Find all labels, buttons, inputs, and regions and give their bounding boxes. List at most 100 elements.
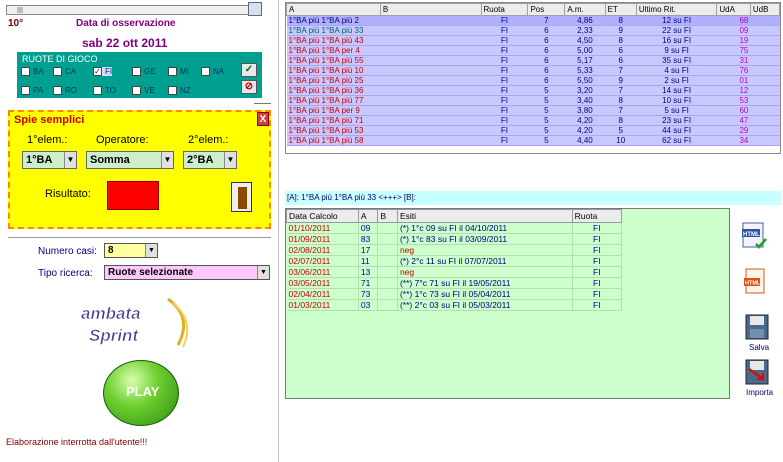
checkbox-box[interactable]: [21, 86, 30, 95]
ruota-checkbox-ro[interactable]: RO: [53, 86, 77, 95]
cell-rit: 35 su FI: [636, 55, 717, 66]
cell-pos: 6: [527, 75, 565, 86]
checkbox-box[interactable]: [201, 67, 210, 76]
operatore-select[interactable]: Somma ▼: [86, 151, 174, 169]
cell-esito: (*) 2°c 11 su FI il 07/07/2011: [397, 255, 573, 267]
cell-pos: 5: [527, 105, 565, 116]
column-header[interactable]: A.m.: [564, 3, 606, 16]
column-header[interactable]: B: [377, 209, 398, 223]
cell-udb: [750, 115, 780, 126]
ruota-checkbox-nz[interactable]: NZ: [168, 86, 191, 95]
checkbox-box[interactable]: ✓: [93, 67, 102, 76]
table-row[interactable]: 1°BA più 1°BA più 55 FI 6 5,17 6 35 su FI 31: [286, 55, 780, 66]
checkbox-box[interactable]: [168, 86, 177, 95]
save-icon[interactable]: [745, 314, 769, 342]
cell-b: [380, 125, 481, 136]
table-row[interactable]: 1°BA più 1°BA più 71 FI 5 4,20 8 23 su FI 47: [286, 115, 780, 126]
table-row[interactable]: 02/04/2011 73 (**) 1°c 73 su FI il 05/04/2…: [286, 288, 623, 300]
numero-casi-value: 8: [108, 245, 114, 256]
elem2-select[interactable]: 2°BA ▼: [183, 151, 237, 169]
numero-casi-select[interactable]: 8 ▼: [104, 243, 158, 258]
column-header[interactable]: Ruota: [480, 3, 529, 16]
select-all-button[interactable]: ✓: [241, 63, 257, 77]
table-row[interactable]: 02/07/2011 11 (*) 2°c 11 su FI il 07/07/20…: [286, 255, 623, 267]
status-message: Elaborazione interrotta dall'utente!!!: [6, 437, 148, 447]
ruota-checkbox-na[interactable]: NA: [201, 67, 224, 76]
table-row[interactable]: 1°BA più 1°BA più 77 FI 5 3,40 8 10 su FI 53: [286, 95, 780, 106]
column-header[interactable]: B: [379, 3, 482, 16]
ruota-checkbox-ca[interactable]: CA: [53, 67, 76, 76]
scroll-thumb[interactable]: [17, 7, 23, 13]
checkbox-box[interactable]: [93, 86, 102, 95]
chevron-down-icon[interactable]: ▼: [145, 244, 157, 257]
table-row[interactable]: 1°BA più 1°BA più 25 FI 6 5,50 9 2 su FI 01: [286, 75, 780, 86]
cell-uda: 53: [716, 95, 751, 106]
table-row[interactable]: 1°BA più 1°BA più 53 FI 5 4,20 5 44 su FI 29: [286, 125, 780, 136]
table-row[interactable]: 1°BA più 1°BA per 4 FI 6 5,00 6 9 su FI 75: [286, 45, 780, 56]
cell-et: 8: [605, 115, 637, 126]
table-row[interactable]: 01/09/2011 83 (*) 1°c 83 su FI il 03/09/20…: [286, 233, 623, 245]
chevron-down-icon[interactable]: ▼: [161, 152, 173, 168]
checkbox-box[interactable]: [53, 86, 62, 95]
column-header[interactable]: Ultimo Rit.: [635, 3, 718, 16]
table-row[interactable]: 03/05/2011 71 (**) 7°c 71 su FI il 19/05/2…: [286, 277, 623, 289]
checkbox-box[interactable]: [168, 67, 177, 76]
column-header[interactable]: Data Calcolo: [286, 209, 359, 223]
column-header[interactable]: Pos: [527, 3, 566, 16]
table-row[interactable]: 02/08/2011 17 neg FI: [286, 244, 623, 256]
html-report-icon[interactable]: HTML: [743, 268, 767, 296]
date-scrollbar[interactable]: [6, 5, 249, 15]
column-header[interactable]: ET: [604, 3, 637, 16]
chevron-down-icon[interactable]: ▼: [64, 152, 76, 168]
ruota-label: PA: [33, 86, 44, 95]
table-row[interactable]: 1°BA più 1°BA per 9 FI 5 3,80 7 5 su FI 60: [286, 105, 780, 116]
column-header[interactable]: Ruota: [571, 209, 623, 223]
cell-date: 01/09/2011: [286, 233, 359, 245]
column-header[interactable]: UdB: [749, 3, 780, 16]
table-row[interactable]: 1°BA più 1°BA più 10 FI 6 5,33 7 4 su FI 76: [286, 65, 780, 76]
import-icon[interactable]: [745, 359, 769, 387]
checkbox-box[interactable]: [132, 86, 141, 95]
html-export-icon[interactable]: HTML: [741, 222, 769, 250]
ruota-checkbox-mi[interactable]: MI: [168, 67, 189, 76]
table-row[interactable]: 1°BA più 1°BA più 36 FI 5 3,20 7 14 su FI 12: [286, 85, 780, 96]
calendar-icon[interactable]: [248, 2, 262, 16]
column-header[interactable]: A: [286, 3, 381, 16]
table-row[interactable]: 1°BA più 1°BA più 43 FI 6 4,50 8 16 su FI 19: [286, 35, 780, 46]
table-row[interactable]: 03/06/2011 13 neg FI: [286, 266, 623, 278]
tipo-ricerca-select[interactable]: Ruote selezionate ▼: [104, 265, 270, 280]
column-header[interactable]: A: [357, 209, 379, 223]
switch-icon[interactable]: [231, 182, 252, 212]
table-row[interactable]: 1°BA più 1°BA più 2 FI 7 4,86 8 12 su FI 68: [286, 15, 780, 26]
column-header[interactable]: Esiti: [396, 209, 573, 223]
table-row[interactable]: 1°BA più 1°BA più 33 FI 6 2,33 9 22 su FI 09: [286, 25, 780, 36]
table-row[interactable]: 01/03/2011 03 (**) 2°c 03 su FI il 05/03/2…: [286, 299, 623, 311]
cell-ruota: FI: [481, 95, 528, 106]
play-label: PLAY: [126, 384, 160, 399]
cell-ruota: FI: [481, 125, 528, 136]
cell-et: 7: [605, 105, 637, 116]
ruota-checkbox-ve[interactable]: VE: [132, 86, 155, 95]
cell-et: 8: [605, 95, 637, 106]
cell-uda: 12: [716, 85, 751, 96]
chevron-down-icon[interactable]: ▼: [257, 266, 269, 279]
chevron-down-icon[interactable]: ▼: [224, 152, 236, 168]
ruota-checkbox-fi[interactable]: ✓ FI: [93, 67, 113, 76]
elem1-select[interactable]: 1°BA ▼: [22, 151, 77, 169]
checkbox-box[interactable]: [132, 67, 141, 76]
close-icon[interactable]: X: [257, 112, 269, 126]
logo-line1: ambata: [81, 304, 141, 323]
results-grid[interactable]: A B Ruota Pos A.m. ET Ultimo Rit. UdA UdB 1°BA p…: [285, 2, 781, 154]
checkbox-box[interactable]: [21, 67, 30, 76]
ruota-checkbox-ba[interactable]: BA: [21, 67, 44, 76]
ruota-checkbox-pa[interactable]: PA: [21, 86, 43, 95]
table-row[interactable]: 1°BA più 1°BA più 58 FI 5 4,40 10 62 su FI 34: [286, 135, 780, 146]
table-row[interactable]: 01/10/2011 09 (*) 1°c 09 su FI il 04/10/20…: [286, 222, 623, 234]
column-header[interactable]: UdA: [716, 3, 751, 16]
ruota-checkbox-to[interactable]: TO: [93, 86, 116, 95]
details-grid[interactable]: Data Calcolo A B Esiti Ruota 01/10/2011 09 (*)…: [285, 208, 730, 399]
cell-rit: 10 su FI: [636, 95, 717, 106]
ruota-checkbox-ge[interactable]: GE: [132, 67, 156, 76]
checkbox-box[interactable]: [53, 67, 62, 76]
deselect-all-button[interactable]: ⊘: [241, 80, 257, 94]
